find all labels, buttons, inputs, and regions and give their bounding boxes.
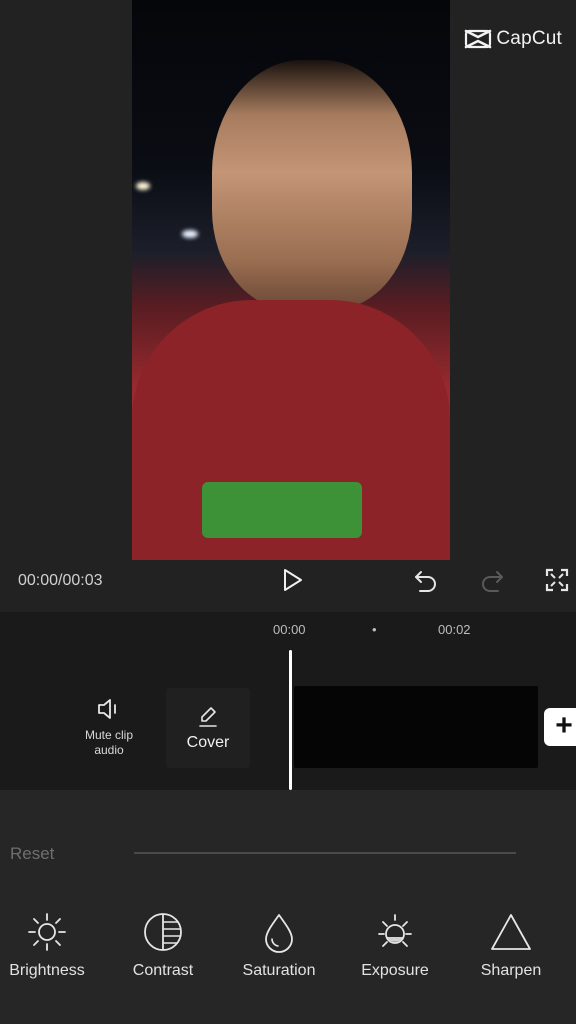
tool-label: Sharpen [480, 962, 542, 979]
contrast-icon [144, 913, 182, 951]
tool-saturation[interactable]: Saturation [229, 910, 329, 980]
adjust-panel [0, 790, 576, 1024]
play-icon [284, 569, 302, 591]
add-clip-button[interactable]: + [544, 708, 576, 746]
tool-sharpen[interactable]: Sharpen [461, 910, 561, 980]
background-light [182, 230, 198, 238]
fullscreen-icon [545, 568, 569, 592]
mute-clip-label: Mute clip audio [84, 728, 134, 757]
tool-label: Saturation [242, 962, 316, 979]
playhead[interactable] [289, 650, 292, 790]
undo-icon [415, 571, 436, 592]
ruler-time-label: 00:00 [273, 622, 306, 637]
redo-button[interactable] [478, 566, 506, 594]
video-clip-track[interactable] [294, 686, 538, 768]
background-light [136, 182, 150, 190]
exposure-icon [378, 914, 412, 947]
tool-label: Contrast [132, 962, 194, 979]
capcut-watermark: CapCut [464, 28, 562, 50]
timecode: 00:00/00:03 [18, 572, 103, 589]
tool-label: Brightness [9, 962, 85, 979]
cover-label: Cover [186, 734, 230, 751]
mute-clip-audio-button[interactable]: Mute clip audio [78, 696, 140, 758]
ruler-time-label: 00:02 [438, 622, 471, 637]
triangle-icon [491, 914, 531, 950]
ruler-tick: • [372, 622, 377, 637]
person-silhouette [212, 60, 412, 310]
droplet-icon [265, 914, 293, 953]
edit-pencil-icon [199, 707, 217, 727]
tool-brightness[interactable]: Brightness [0, 910, 97, 980]
shirt-print [202, 482, 362, 538]
redo-icon [482, 571, 503, 592]
cover-button[interactable]: Cover [166, 688, 250, 768]
watermark-text: CapCut [496, 28, 562, 49]
play-button[interactable] [278, 566, 306, 594]
adjust-slider-track[interactable] [134, 852, 516, 854]
tool-label: Exposure [361, 962, 429, 979]
video-frame[interactable] [132, 0, 450, 560]
sun-icon [28, 913, 66, 951]
capcut-logo-icon [465, 29, 492, 49]
undo-button[interactable] [412, 566, 440, 594]
fullscreen-button[interactable] [543, 566, 571, 594]
speaker-icon [98, 699, 116, 719]
reset-button[interactable]: Reset [10, 844, 54, 864]
tool-contrast[interactable]: Contrast [113, 910, 213, 980]
tool-exposure[interactable]: Exposure [345, 910, 445, 980]
